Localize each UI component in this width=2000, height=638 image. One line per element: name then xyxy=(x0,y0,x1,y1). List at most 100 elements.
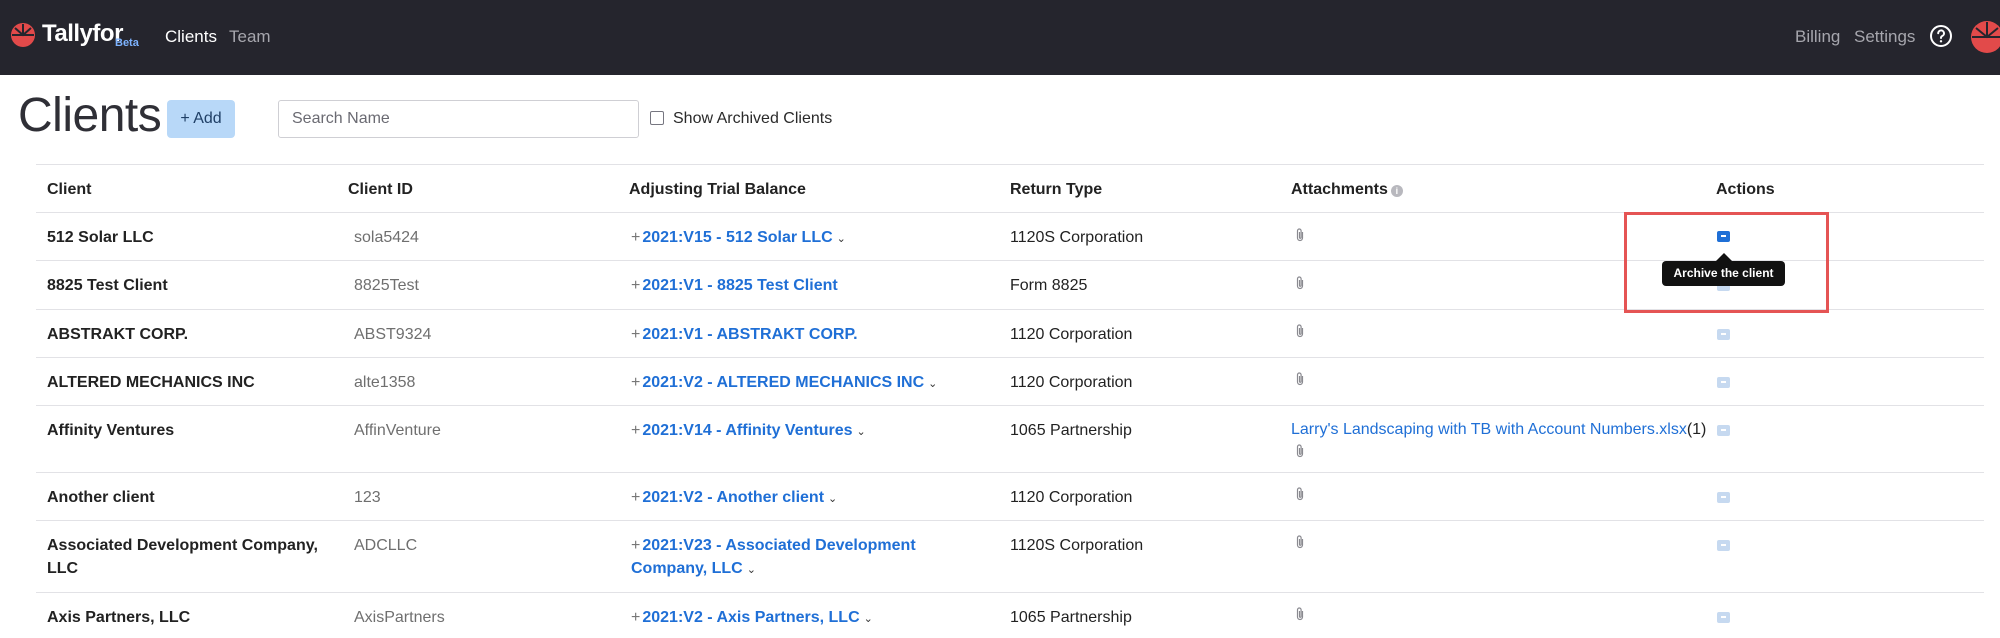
plus-icon[interactable]: + xyxy=(631,537,640,554)
help-circle-icon[interactable] xyxy=(1929,24,1953,48)
info-icon[interactable]: i xyxy=(1390,185,1403,197)
client-name-line-1[interactable]: Associated Development Company, xyxy=(47,537,318,554)
row-divider xyxy=(36,357,1984,358)
page-title: Clients xyxy=(18,89,162,142)
plus-icon[interactable]: + xyxy=(631,609,640,626)
beta-badge: Beta xyxy=(115,37,139,49)
chevron-down-icon[interactable]: ⌄ xyxy=(828,493,837,505)
client-name[interactable]: Axis Partners, LLC xyxy=(47,606,190,629)
plus-icon[interactable]: + xyxy=(631,229,640,246)
plus-icon[interactable]: + xyxy=(631,489,640,506)
plus-icon[interactable]: + xyxy=(631,422,640,439)
row-divider xyxy=(36,472,1984,473)
row-divider xyxy=(36,520,1984,521)
table-top-border xyxy=(36,164,1984,165)
column-header-return-type[interactable]: Return Type xyxy=(1010,181,1102,199)
client-name[interactable]: Associated Development Company, LLC xyxy=(47,534,318,580)
column-header-attachments: Attachments i xyxy=(1291,181,1403,199)
nav-link-settings[interactable]: Settings xyxy=(1854,27,1915,47)
return-type: 1120 Corporation xyxy=(1010,326,1133,343)
paperclip-icon[interactable] xyxy=(1294,486,1306,502)
archive-icon[interactable] xyxy=(1717,540,1730,551)
atb-link[interactable]: +2021:V2 - ALTERED MECHANICS INC ⌄ xyxy=(631,371,937,396)
column-header-client[interactable]: Client xyxy=(47,181,91,199)
client-id: 123 xyxy=(354,489,381,506)
atb-link-label-line-1[interactable]: 2021:V23 - Associated Development xyxy=(642,537,915,554)
archive-icon[interactable] xyxy=(1717,329,1730,340)
plus-icon[interactable]: + xyxy=(631,374,640,391)
top-navbar: Tallyfor Beta Clients Team Billing Setti… xyxy=(0,0,2000,75)
client-name[interactable]: ABSTRAKT CORP. xyxy=(47,323,188,346)
attachment-link[interactable]: Larry's Landscaping with TB with Account… xyxy=(1291,421,1706,439)
return-type: Form 8825 xyxy=(1010,277,1088,294)
attachment-file-name[interactable]: Larry's Landscaping with TB with Account… xyxy=(1291,421,1687,438)
brand-name[interactable]: Tallyfor xyxy=(42,20,123,48)
chevron-down-icon[interactable]: ⌄ xyxy=(837,233,846,245)
column-header-client-id[interactable]: Client ID xyxy=(348,181,413,199)
client-id: ABST9324 xyxy=(354,326,432,343)
atb-link[interactable]: +2021:V2 - Another client ⌄ xyxy=(631,486,837,511)
atb-link[interactable]: +2021:V2 - Axis Partners, LLC ⌄ xyxy=(631,606,873,631)
add-client-button[interactable]: + Add xyxy=(167,100,235,138)
show-archived-label[interactable]: Show Archived Clients xyxy=(673,110,832,128)
user-avatar[interactable] xyxy=(1970,20,2000,54)
attachments-header-label: Attachments xyxy=(1291,181,1388,198)
archive-tooltip: Archive the client xyxy=(1662,261,1785,286)
search-input[interactable] xyxy=(278,100,639,138)
client-name[interactable]: ALTERED MECHANICS INC xyxy=(47,371,255,394)
client-id: alte1358 xyxy=(354,374,416,391)
client-name[interactable]: Affinity Ventures xyxy=(47,419,174,442)
chevron-down-icon[interactable]: ⌄ xyxy=(857,426,866,438)
client-name[interactable]: 8825 Test Client xyxy=(47,274,168,297)
nav-link-team[interactable]: Team xyxy=(229,27,271,47)
row-divider xyxy=(36,592,1984,593)
atb-link-label[interactable]: 2021:V15 - 512 Solar LLC xyxy=(642,229,832,246)
paperclip-icon[interactable] xyxy=(1294,371,1306,387)
tallyfor-logo-icon[interactable] xyxy=(10,22,36,48)
atb-link-label[interactable]: 2021:V2 - Axis Partners, LLC xyxy=(642,609,859,626)
atb-link-label[interactable]: 2021:V2 - Another client xyxy=(642,489,824,506)
nav-link-clients[interactable]: Clients xyxy=(165,27,217,47)
paperclip-icon[interactable] xyxy=(1294,275,1306,291)
client-name-line-2[interactable]: LLC xyxy=(47,560,78,577)
atb-link[interactable]: +2021:V23 - Associated Development Compan… xyxy=(631,534,916,582)
atb-link[interactable]: +2021:V1 - 8825 Test Client xyxy=(631,274,838,297)
client-name[interactable]: 512 Solar LLC xyxy=(47,226,154,249)
tooltip-arrow xyxy=(1716,253,1732,261)
archive-icon[interactable] xyxy=(1717,492,1730,503)
atb-link[interactable]: +2021:V15 - 512 Solar LLC ⌄ xyxy=(631,226,846,251)
client-name[interactable]: Another client xyxy=(47,486,155,509)
paperclip-icon[interactable] xyxy=(1294,606,1306,622)
nav-link-billing[interactable]: Billing xyxy=(1795,27,1840,47)
column-header-atb[interactable]: Adjusting Trial Balance xyxy=(629,181,806,199)
paperclip-icon[interactable] xyxy=(1294,227,1306,243)
client-id: AffinVenture xyxy=(354,422,441,439)
atb-link[interactable]: +2021:V1 - ABSTRAKT CORP. xyxy=(631,323,858,346)
atb-link-label[interactable]: 2021:V1 - 8825 Test Client xyxy=(642,277,837,294)
archive-icon[interactable] xyxy=(1717,612,1730,623)
archive-icon[interactable] xyxy=(1717,425,1730,436)
column-header-actions: Actions xyxy=(1716,181,1775,198)
atb-link-label[interactable]: 2021:V2 - ALTERED MECHANICS INC xyxy=(642,374,924,391)
atb-link-label[interactable]: 2021:V14 - Affinity Ventures xyxy=(642,422,852,439)
return-type: 1065 Partnership xyxy=(1010,609,1132,626)
chevron-down-icon[interactable]: ⌄ xyxy=(864,613,873,625)
show-archived-checkbox[interactable] xyxy=(650,111,664,125)
client-id: ADCLLC xyxy=(354,537,418,554)
paperclip-icon[interactable] xyxy=(1294,534,1306,550)
plus-icon[interactable]: + xyxy=(631,326,640,343)
archive-icon[interactable] xyxy=(1717,377,1730,388)
plus-icon[interactable]: + xyxy=(631,277,640,294)
client-id: 8825Test xyxy=(354,277,419,294)
chevron-down-icon[interactable]: ⌄ xyxy=(747,564,756,576)
return-type: 1065 Partnership xyxy=(1010,422,1132,439)
return-type: 1120 Corporation xyxy=(1010,374,1133,391)
atb-link-label-line-2[interactable]: Company, LLC xyxy=(631,560,743,577)
atb-link[interactable]: +2021:V14 - Affinity Ventures ⌄ xyxy=(631,419,866,444)
attachment-count: (1) xyxy=(1686,421,1707,438)
return-type: 1120S Corporation xyxy=(1010,537,1144,554)
chevron-down-icon[interactable]: ⌄ xyxy=(928,378,937,390)
paperclip-icon[interactable] xyxy=(1294,443,1306,459)
paperclip-icon[interactable] xyxy=(1294,323,1306,339)
atb-link-label[interactable]: 2021:V1 - ABSTRAKT CORP. xyxy=(642,326,857,343)
